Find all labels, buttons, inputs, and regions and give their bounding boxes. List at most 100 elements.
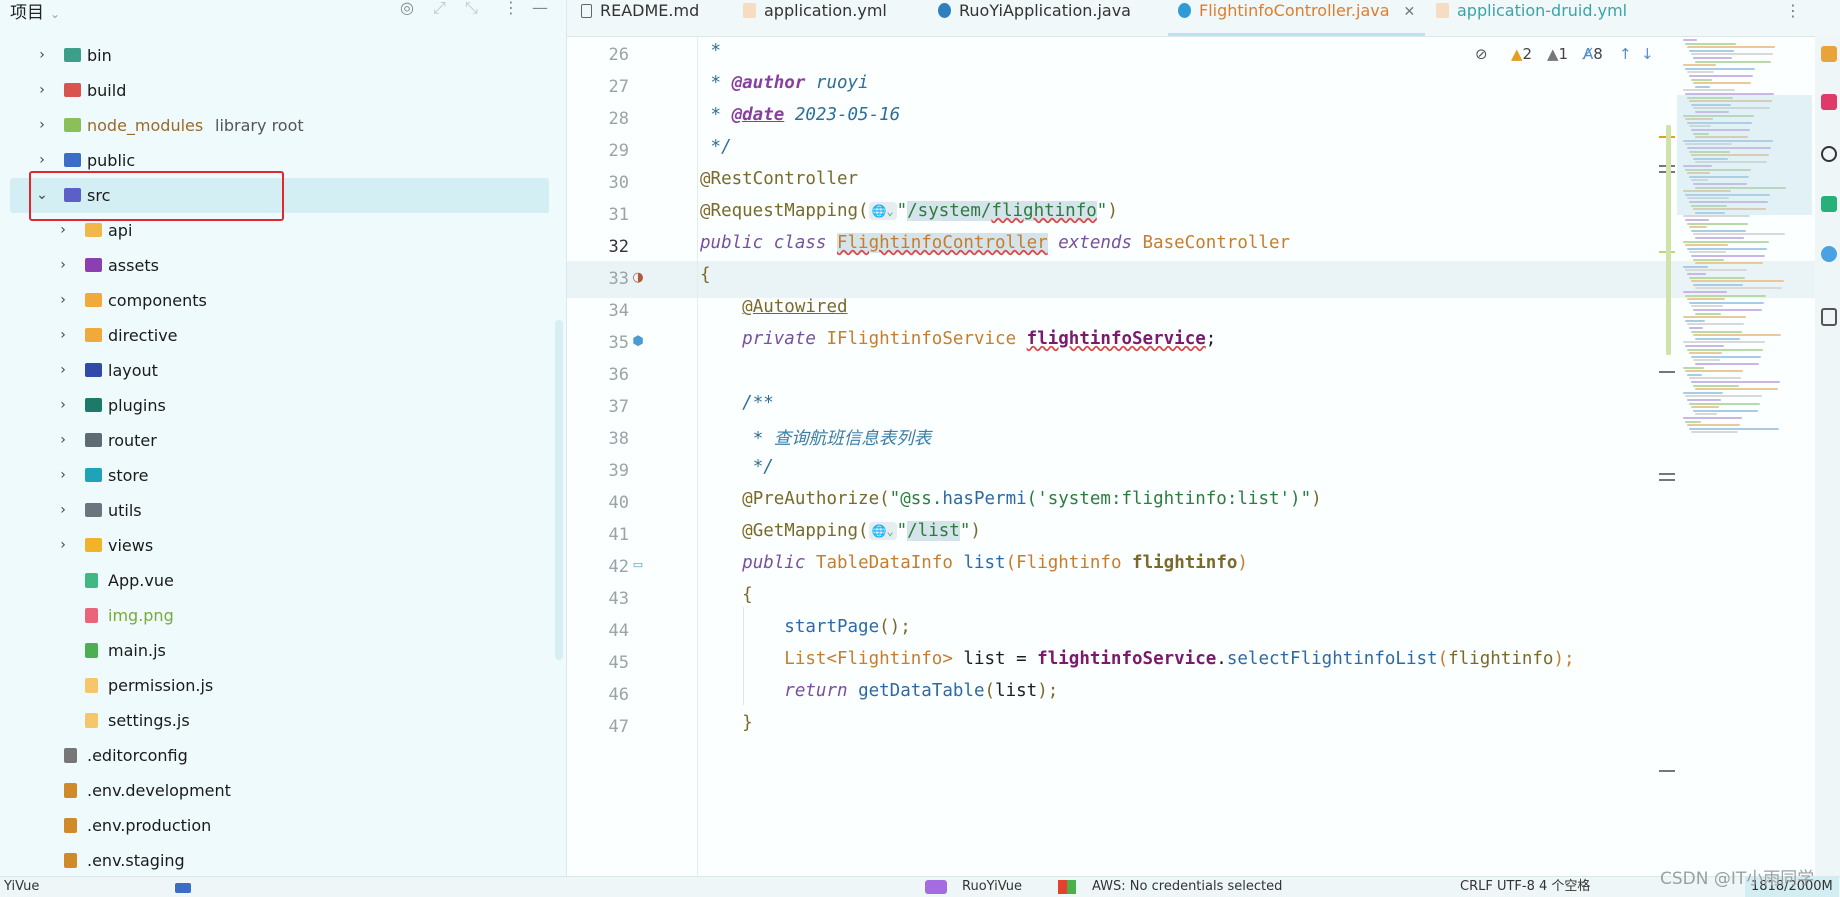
tree-item-env-staging[interactable]: .env.staging [0, 843, 566, 876]
mapping-endpoint-icon[interactable]: ◑ [630, 270, 646, 286]
arrow-down-icon[interactable]: ↓ [1641, 45, 1654, 63]
status-aws-credentials[interactable]: AWS: No credentials selected [1092, 877, 1282, 897]
yaml-file-icon [1436, 3, 1449, 18]
tree-item-env-production[interactable]: .env.production [0, 808, 566, 843]
status-project-name[interactable]: RuoYiVue [962, 877, 1022, 897]
tab-flightinfo-controller[interactable]: FlightinfoController.java ✕ [1167, 0, 1426, 36]
weak-warning-icon[interactable]: ▲1 [1547, 45, 1568, 63]
line-number[interactable]: 42 [567, 557, 629, 577]
hide-panel-icon[interactable]: — [532, 0, 548, 17]
line-number[interactable]: 34 [567, 301, 629, 321]
tree-item-img-png[interactable]: img.png [0, 598, 566, 633]
maven-icon[interactable] [1821, 94, 1837, 110]
database-icon[interactable] [1821, 46, 1837, 62]
tree-item-router[interactable]: › router [0, 423, 566, 458]
tab-ruoyi-application[interactable]: RuoYiApplication.java [938, 0, 1131, 36]
line-number[interactable]: 26 [567, 45, 629, 65]
line-number[interactable]: 40 [567, 493, 629, 513]
chevron-right-icon[interactable]: › [56, 248, 70, 283]
scroll-position-indicator[interactable] [1666, 125, 1671, 355]
line-number[interactable]: 45 [567, 653, 629, 673]
typo-icon[interactable]: A̸8 [1583, 45, 1603, 63]
chevron-right-icon[interactable]: › [56, 388, 70, 423]
chevron-right-icon[interactable]: › [56, 318, 70, 353]
globe-icon[interactable]: 🌐⌄ [868, 202, 897, 220]
arrow-up-icon[interactable]: ↑ [1619, 45, 1632, 63]
chevron-right-icon[interactable]: › [56, 283, 70, 318]
line-number[interactable]: 30 [567, 173, 629, 193]
cloud-icon[interactable] [1821, 246, 1837, 262]
more-options-icon[interactable]: ⋮ [503, 0, 519, 17]
tab-application-druid[interactable]: application-druid.yml [1436, 0, 1627, 36]
project-scrollbar[interactable] [555, 320, 563, 660]
tree-item-node-modules[interactable]: › node_modules library root [0, 108, 566, 143]
line-number[interactable]: 38 [567, 429, 629, 449]
tab-application-yml[interactable]: application.yml [743, 0, 887, 36]
chevron-right-icon[interactable]: › [35, 73, 49, 108]
code-editor[interactable]: 26 27 28 29 30 31 32 33 34 35 36 37 38 39 40 41 42 43 44 45… [567, 37, 1840, 876]
tree-item-settings-js[interactable]: settings.js [0, 703, 566, 738]
tab-readme[interactable]: README.md [581, 0, 699, 36]
chevron-right-icon[interactable]: › [56, 528, 70, 563]
chevron-right-icon[interactable]: › [35, 38, 49, 73]
warning-icon[interactable]: ▲2 [1511, 45, 1532, 63]
line-number[interactable]: 46 [567, 685, 629, 705]
line-number[interactable]: 32 [567, 237, 629, 257]
tree-item-env-development[interactable]: .env.development [0, 773, 566, 808]
tree-item-store[interactable]: › store [0, 458, 566, 493]
status-project-root[interactable]: YiVue [4, 877, 39, 897]
expand-all-icon[interactable]: ⤢ [433, 0, 446, 18]
tree-item-editorconfig[interactable]: .editorconfig [0, 738, 566, 773]
line-number[interactable]: 41 [567, 525, 629, 545]
more-tabs-icon[interactable]: ⋮ [1785, 0, 1801, 36]
error-stripe-marker[interactable] [1659, 473, 1675, 475]
tree-item-layout[interactable]: › layout [0, 353, 566, 388]
chevron-right-icon[interactable]: › [35, 108, 49, 143]
line-number[interactable]: 39 [567, 461, 629, 481]
line-number[interactable]: 35 [567, 333, 629, 353]
project-panel-title[interactable]: 项目 ⌄ [10, 0, 60, 23]
chevron-right-icon[interactable]: › [56, 493, 70, 528]
minimap-viewport[interactable] [1677, 95, 1812, 215]
line-number[interactable]: 28 [567, 109, 629, 129]
line-number[interactable]: 33 [567, 269, 629, 289]
target-icon[interactable]: ◎ [400, 0, 414, 17]
line-number[interactable]: 44 [567, 621, 629, 641]
terminal-icon[interactable] [1821, 196, 1837, 212]
tree-item-components[interactable]: › components [0, 283, 566, 318]
line-number[interactable]: 29 [567, 141, 629, 161]
tree-item-build[interactable]: › build [0, 73, 566, 108]
tree-item-permission-js[interactable]: permission.js [0, 668, 566, 703]
error-stripe-marker[interactable] [1659, 479, 1675, 481]
collapse-all-icon[interactable]: ⤡ [465, 0, 478, 18]
api-endpoint-icon[interactable]: ▭ [630, 558, 646, 574]
status-file-info[interactable]: CRLF UTF-8 4 个空格 [1460, 877, 1590, 897]
close-icon[interactable]: ✕ [1404, 4, 1416, 20]
notes-icon[interactable] [1821, 308, 1837, 326]
line-number[interactable]: 37 [567, 397, 629, 417]
network-icon[interactable] [1821, 146, 1837, 162]
error-stripe-marker[interactable] [1659, 770, 1675, 772]
tree-item-directive[interactable]: › directive [0, 318, 566, 353]
tree-item-plugins[interactable]: › plugins [0, 388, 566, 423]
line-number[interactable]: 43 [567, 589, 629, 609]
line-number[interactable]: 47 [567, 717, 629, 737]
tree-item-views[interactable]: › views [0, 528, 566, 563]
line-number[interactable]: 31 [567, 205, 629, 225]
eye-off-icon[interactable]: ⊘ [1475, 45, 1488, 63]
line-number[interactable]: 27 [567, 77, 629, 97]
line-number[interactable]: 36 [567, 365, 629, 385]
bean-injection-icon[interactable]: ⬢ [630, 334, 646, 350]
tree-item-bin[interactable]: › bin [0, 38, 566, 73]
chevron-right-icon[interactable]: › [56, 458, 70, 493]
chevron-right-icon[interactable]: › [56, 353, 70, 388]
chevron-right-icon[interactable]: › [56, 423, 70, 458]
project-icon [925, 880, 947, 894]
globe-icon[interactable]: 🌐⌄ [868, 522, 897, 540]
minimap-line [1693, 283, 1743, 286]
error-stripe-marker[interactable] [1659, 371, 1675, 373]
tree-item-utils[interactable]: › utils [0, 493, 566, 528]
tree-item-assets[interactable]: › assets [0, 248, 566, 283]
tree-item-main-js[interactable]: main.js [0, 633, 566, 668]
tree-item-app-vue[interactable]: App.vue [0, 563, 566, 598]
